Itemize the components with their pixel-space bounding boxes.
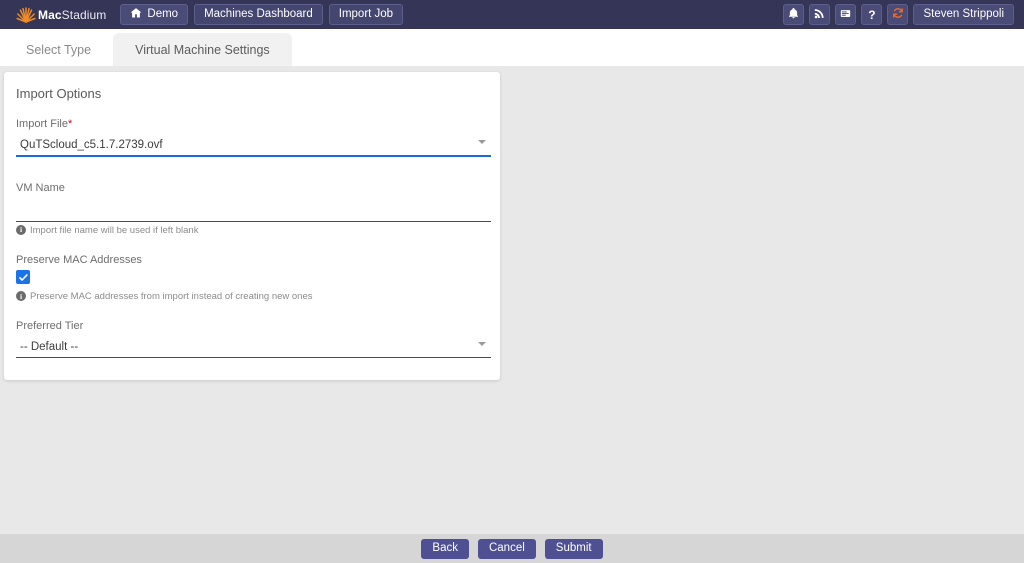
feed-button[interactable] [809,4,831,25]
preferred-tier-value[interactable]: -- Default -- [16,336,491,357]
tab-virtual-machine-settings-label: Virtual Machine Settings [135,42,270,57]
nav-item-demo[interactable]: Demo [120,4,189,25]
card-title: Import Options [16,86,102,101]
application-window: MacStadium Demo Machines Dashboard Impor… [0,0,1024,563]
user-name-label: Steven Strippoli [923,7,1004,20]
preferred-tier-label: Preferred Tier [16,319,84,332]
tasks-button[interactable] [835,4,857,25]
primary-nav: Demo Machines Dashboard Import Job [120,4,404,25]
tab-virtual-machine-settings[interactable]: Virtual Machine Settings [113,33,292,66]
nav-item-demo-label: Demo [147,7,179,20]
bell-icon [788,6,799,24]
brand-name-light: Stadium [61,7,107,22]
wizard-footer: Back Cancel Submit [0,534,1024,563]
field-preferred-tier: Preferred Tier -- Default -- [16,319,491,359]
preserve-mac-hint: i Preserve MAC addresses from import ins… [16,291,488,302]
sunburst-icon [16,5,36,25]
nav-item-import-job-label: Import Job [338,7,394,20]
vm-name-hint-text: Import file name will be used if left bl… [30,224,199,236]
rss-icon [814,6,825,24]
brand-logo[interactable]: MacStadium [16,0,106,29]
top-navigation-bar: MacStadium Demo Machines Dashboard Impor… [0,0,1024,29]
wizard-tab-strip: Select Type Virtual Machine Settings [0,29,1024,66]
chevron-down-icon [478,342,486,347]
help-button[interactable]: ? [861,4,883,25]
question-mark-icon: ? [868,7,876,22]
preferred-tier-underline [16,357,491,359]
import-options-card: Import Options Import File* QuTScloud_c5… [4,72,500,381]
info-icon: i [16,291,26,302]
field-import-file: Import File* QuTScloud_c5.1.7.2739.ovf [16,117,491,158]
tab-select-type[interactable]: Select Type [4,33,113,66]
brand-name-bold: Mac [38,7,62,22]
preserve-mac-hint-text: Preserve MAC addresses from import inste… [30,290,313,302]
vm-name-input[interactable] [16,198,491,221]
tab-select-type-label: Select Type [26,42,92,57]
submit-button[interactable]: Submit [544,538,603,559]
preserve-mac-label: Preserve MAC Addresses [16,253,142,266]
vm-name-hint: i Import file name will be used if left … [16,225,488,236]
import-file-underline [16,155,491,158]
import-file-label: Import File* [16,117,488,131]
refresh-button[interactable] [887,4,909,25]
nav-item-machines-dashboard[interactable]: Machines Dashboard [194,4,323,25]
refresh-icon [892,6,904,24]
user-menu-button[interactable]: Steven Strippoli [913,4,1014,25]
list-icon [840,6,851,24]
vm-name-underline [16,220,491,222]
cancel-button[interactable]: Cancel [477,538,536,559]
home-icon [130,7,142,23]
topbar-actions: ? Steven Strippoli [783,0,1014,29]
nav-item-import-job[interactable]: Import Job [328,4,404,25]
field-preserve-mac: Preserve MAC Addresses i Preserve MAC ad… [16,253,488,302]
required-asterisk: * [67,118,73,130]
preferred-tier-select[interactable]: -- Default -- [16,336,491,359]
notifications-button[interactable] [783,4,805,25]
info-icon: i [16,225,26,236]
nav-item-machines-dashboard-label: Machines Dashboard [204,7,313,20]
brand-name: MacStadium [38,9,106,21]
chevron-down-icon [478,140,486,145]
preserve-mac-checkbox[interactable] [16,270,30,285]
import-file-label-text: Import File [16,118,68,130]
import-file-value[interactable]: QuTScloud_c5.1.7.2739.ovf [16,134,491,155]
vm-name-label: VM Name [16,182,65,195]
field-vm-name: VM Name i Import file name will be used … [16,181,491,236]
import-file-select[interactable]: QuTScloud_c5.1.7.2739.ovf [16,134,491,158]
back-button[interactable]: Back [421,538,469,559]
content-area: Import Options Import File* QuTScloud_c5… [0,66,1024,534]
